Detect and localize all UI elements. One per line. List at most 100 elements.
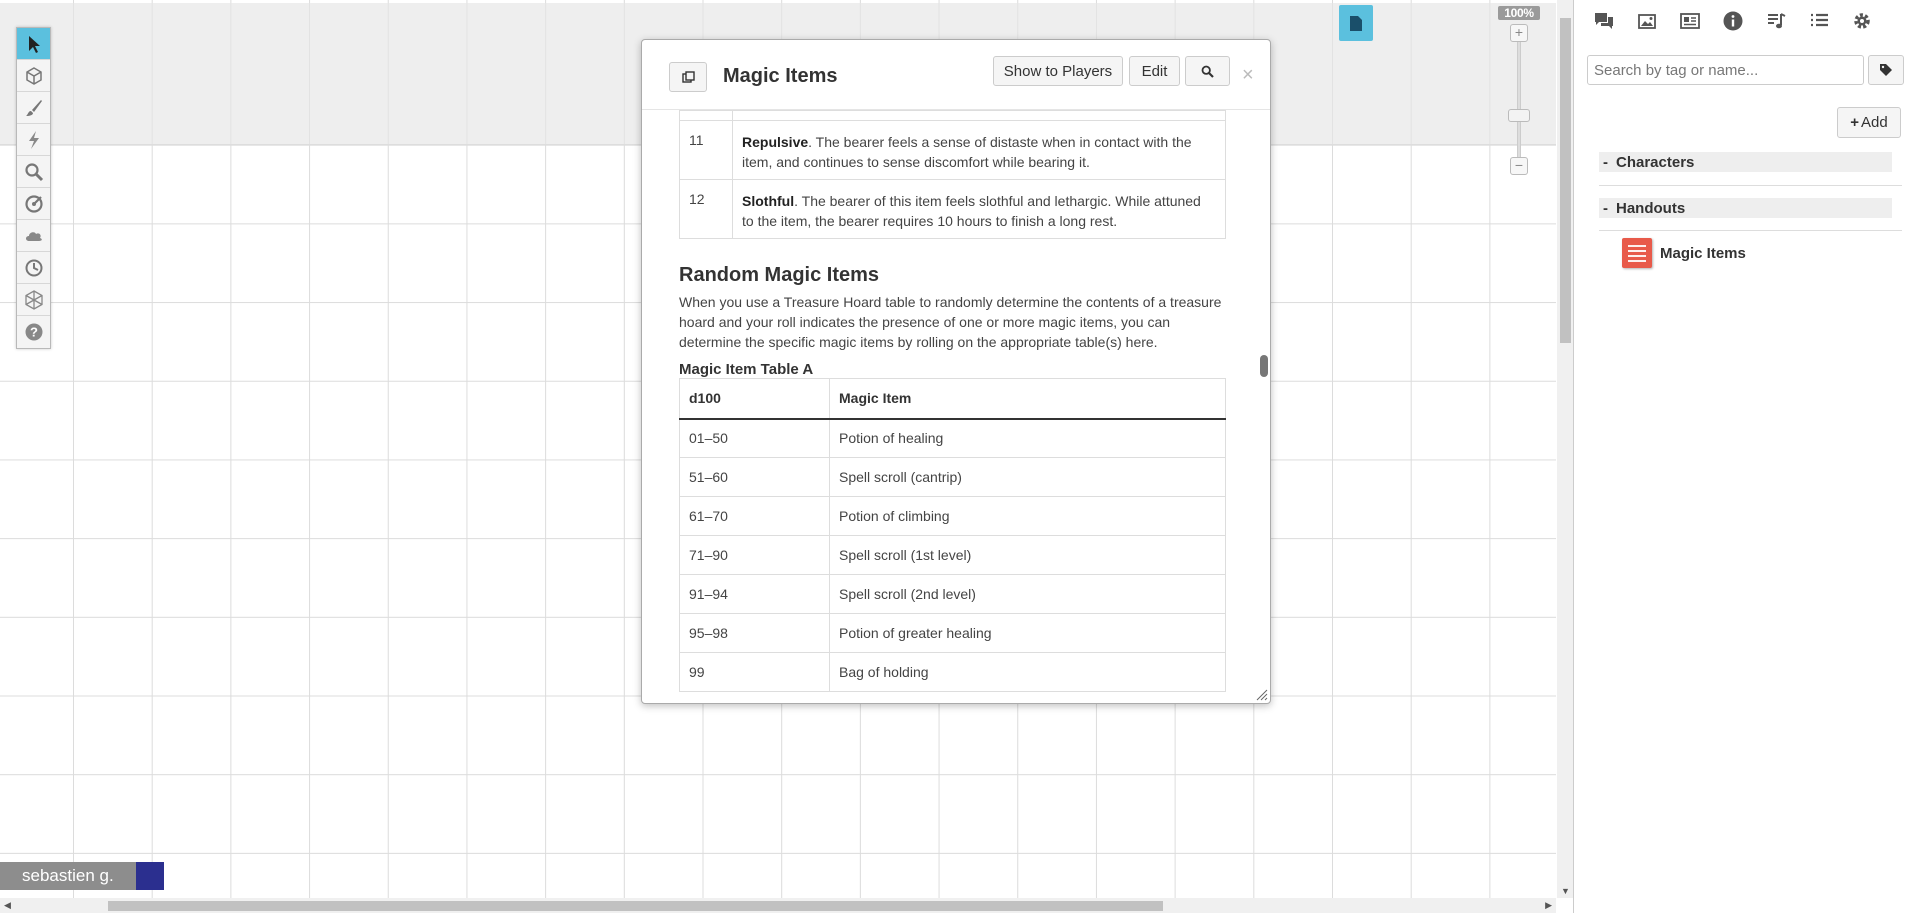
- art-library-icon: [1637, 14, 1656, 29]
- horizontal-scrollbar-thumb[interactable]: [108, 901, 1163, 911]
- jukebox-icon: [1767, 13, 1785, 29]
- right-sidebar: +Add - Characters - Handouts Magic Items: [1573, 0, 1911, 913]
- compendium-icon: [1723, 11, 1742, 31]
- settings-icon: [1853, 13, 1870, 29]
- dice-roller-icon: [24, 289, 43, 310]
- show-to-players-button[interactable]: Show to Players: [993, 56, 1123, 86]
- table-row: 61–70 Potion of climbing: [679, 496, 1226, 536]
- table-cell: 01–50: [679, 418, 830, 458]
- draw-tool-icon: [25, 99, 42, 116]
- fog-tool[interactable]: [17, 220, 50, 252]
- folder-handouts[interactable]: - Handouts: [1599, 198, 1892, 218]
- search-input[interactable]: [1587, 55, 1864, 85]
- popout-button[interactable]: [669, 62, 707, 92]
- tag-filter-button[interactable]: [1868, 55, 1904, 85]
- page-icon: [1350, 15, 1362, 31]
- page-toolbar-button[interactable]: [1339, 5, 1373, 41]
- collapse-icon[interactable]: -: [1599, 154, 1616, 171]
- journal-icon: [1679, 13, 1700, 29]
- turn-tracker-tool[interactable]: [17, 252, 50, 284]
- table-cell: 12: [679, 179, 733, 239]
- fx-tool[interactable]: [17, 124, 50, 156]
- edit-button[interactable]: Edit: [1129, 56, 1180, 86]
- search-button[interactable]: [1185, 56, 1230, 86]
- dialog-scrollbar-thumb[interactable]: [1260, 355, 1268, 377]
- folder-label: Handouts: [1616, 199, 1686, 217]
- tab-compendium[interactable]: [1717, 5, 1748, 37]
- dialog-title: Magic Items: [723, 65, 838, 87]
- table-cell: Spell scroll (1st level): [829, 535, 1226, 575]
- section-title: Random Magic Items: [679, 264, 880, 286]
- resize-handle-icon[interactable]: [1256, 689, 1268, 701]
- scroll-right-arrow-icon[interactable]: ▶: [1545, 900, 1552, 911]
- flaw-name: Repulsive: [742, 134, 809, 150]
- dialog-header: Magic Items Show to Players Edit ×: [642, 40, 1270, 110]
- vertical-scrollbar-thumb[interactable]: [1560, 18, 1571, 343]
- collapse-icon[interactable]: -: [1599, 200, 1616, 217]
- add-button[interactable]: + Add: [1837, 107, 1901, 138]
- zoom-in-button[interactable]: +: [1510, 24, 1528, 42]
- chat-icon: [1594, 13, 1613, 29]
- zoom-slider-track[interactable]: [1517, 30, 1521, 170]
- layer-tool-icon: [25, 66, 42, 85]
- table-row: 11 Repulsive. The bearer feels a sense o…: [679, 120, 1226, 180]
- flaw-name: Slothful: [742, 193, 795, 209]
- table-cell: 61–70: [679, 496, 830, 536]
- zoom-slider-handle[interactable]: [1508, 109, 1530, 122]
- tab-jukebox[interactable]: [1760, 5, 1791, 37]
- dice-roller-tool[interactable]: [17, 284, 50, 316]
- scroll-down-arrow-icon[interactable]: ▼: [1561, 886, 1570, 896]
- measure-tool-icon: [24, 194, 43, 213]
- player-badge[interactable]: sebastien g.: [0, 862, 164, 890]
- table-cell: Bag of holding: [829, 652, 1226, 692]
- handout-item-magic-items[interactable]: Magic Items: [1622, 238, 1746, 268]
- divider: [1599, 230, 1902, 231]
- folder-characters[interactable]: - Characters: [1599, 152, 1892, 172]
- zoom-out-button[interactable]: −: [1510, 157, 1528, 175]
- select-tool[interactable]: [17, 28, 50, 60]
- help-tool[interactable]: ?: [17, 316, 50, 348]
- tab-chat[interactable]: [1588, 5, 1619, 37]
- close-button[interactable]: ×: [1242, 64, 1254, 87]
- zoom-tool[interactable]: [17, 156, 50, 188]
- scroll-left-arrow-icon[interactable]: ◀: [4, 900, 11, 911]
- table-cell: 95–98: [679, 613, 830, 653]
- fx-tool-icon: [28, 130, 39, 149]
- table-row: 01–50 Potion of healing: [679, 418, 1226, 458]
- table-caption: Magic Item Table A: [679, 361, 814, 378]
- table-cell: Slothful. The bearer of this item feels …: [732, 179, 1226, 239]
- handout-dialog: Magic Items Show to Players Edit × 11 Re…: [641, 39, 1271, 704]
- section-paragraph: When you use a Treasure Hoard table to r…: [679, 294, 1222, 350]
- table-row: 95–98 Potion of greater healing: [679, 613, 1226, 653]
- column-header: Magic Item: [829, 378, 1226, 420]
- fog-tool-icon: [25, 231, 42, 241]
- zoom-tool-icon: [24, 162, 43, 181]
- horizontal-scrollbar[interactable]: ◀ ▶: [0, 898, 1556, 913]
- vertical-scrollbar[interactable]: ▼: [1557, 0, 1573, 898]
- tab-art-library[interactable]: [1631, 5, 1662, 37]
- tab-collections[interactable]: [1803, 5, 1834, 37]
- table-cell: Potion of climbing: [829, 496, 1226, 536]
- measure-tool[interactable]: [17, 188, 50, 220]
- player-color-swatch: [135, 862, 164, 890]
- sidebar-tabs: [1574, 0, 1911, 42]
- draw-tool[interactable]: [17, 92, 50, 124]
- tab-settings[interactable]: [1846, 5, 1877, 37]
- table-cell: 91–94: [679, 574, 830, 614]
- select-tool-icon: [28, 35, 40, 53]
- svg-text:?: ?: [30, 325, 38, 340]
- handout-content[interactable]: 11 Repulsive. The bearer feels a sense o…: [642, 110, 1270, 695]
- flaw-description: . The bearer feels a sense of distaste w…: [742, 134, 1192, 170]
- flaw-description: . The bearer of this item feels slothful…: [742, 193, 1201, 229]
- add-button-label: Add: [1861, 114, 1888, 131]
- search-icon: [1201, 65, 1214, 78]
- table-row: 91–94 Spell scroll (2nd level): [679, 574, 1226, 614]
- zoom-level-label: 100%: [1498, 6, 1540, 20]
- search-row: [1587, 55, 1904, 85]
- handout-icon: [1622, 238, 1652, 268]
- divider: [1599, 185, 1902, 186]
- layer-tool[interactable]: [17, 60, 50, 92]
- column-header: d100: [679, 378, 830, 420]
- tab-journal[interactable]: [1674, 5, 1705, 37]
- plus-icon: +: [1850, 114, 1860, 131]
